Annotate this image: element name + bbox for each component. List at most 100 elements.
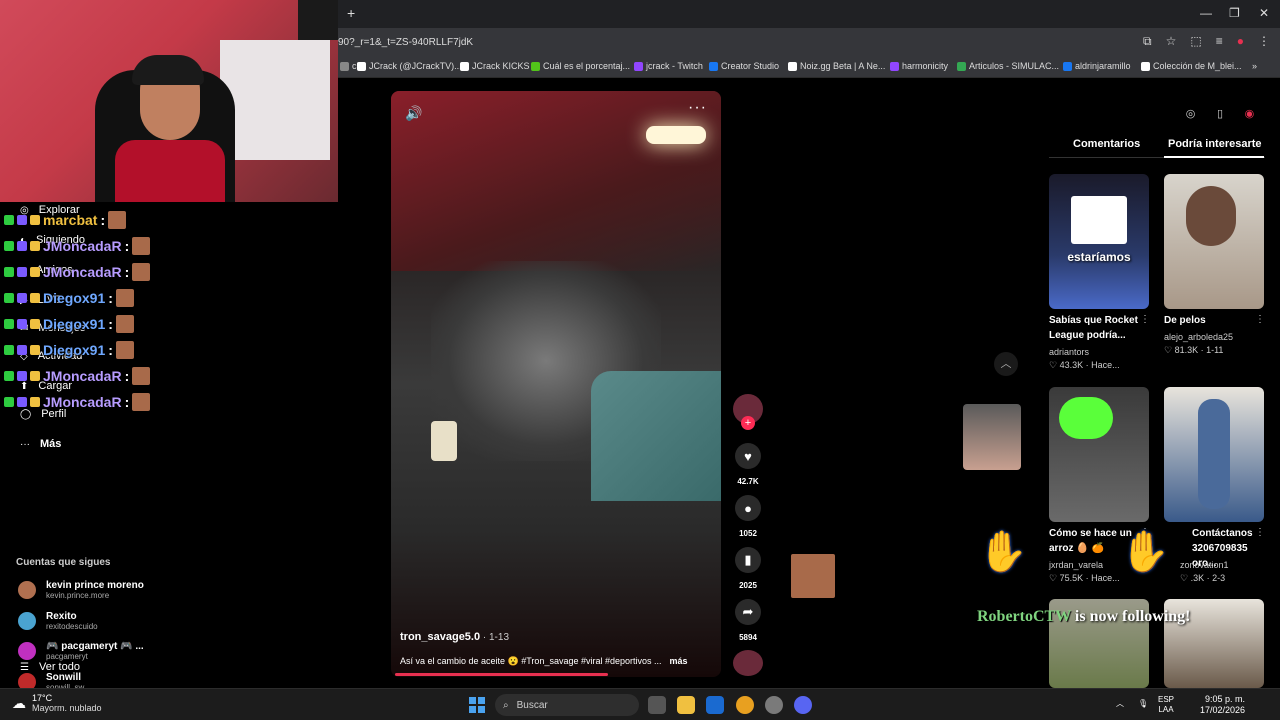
cloud-icon: ☁: [12, 694, 26, 711]
caption-more-link[interactable]: más: [670, 656, 688, 666]
chat-emote-icon: [115, 315, 134, 333]
chat-badge-icon: [30, 293, 40, 303]
address-bar-icons: ⧉ ☆ ⬚ ≡ ● ⋮: [1143, 34, 1270, 49]
music-disc-avatar[interactable]: [733, 650, 763, 676]
tab-comments[interactable]: Comentarios: [1073, 138, 1140, 150]
chat-emote-icon: [108, 211, 127, 229]
system-clock[interactable]: 9:05 p. m. 17/02/2026: [1200, 694, 1245, 716]
video-caption: Así va el cambio de aceite 😮 #Tron_savag…: [400, 656, 688, 667]
file-explorer-icon[interactable]: [677, 696, 695, 714]
chat-badge-icon: [30, 215, 40, 225]
tray-chevron-icon[interactable]: ︿: [1116, 699, 1124, 709]
chat-username: JMoncadaR: [43, 238, 122, 254]
chrome-icon[interactable]: [736, 696, 754, 714]
bookmark-item[interactable]: jcrack - Twitch: [634, 61, 703, 71]
card-author[interactable]: alejo_arboleda25: [1164, 332, 1233, 342]
webcam-shirt: [115, 140, 225, 202]
language-indicator[interactable]: ESP LAA: [1158, 695, 1174, 715]
card-author[interactable]: zonovation1: [1180, 560, 1229, 570]
bookmarks-overflow-icon[interactable]: »: [1252, 61, 1257, 71]
bookmark-item[interactable]: JCrack KICKS: [460, 61, 530, 71]
maximize-icon[interactable]: ❐: [1229, 6, 1240, 20]
bookmark-item[interactable]: Colección de M_blei...: [1141, 61, 1242, 71]
card-thumbnail[interactable]: [1049, 387, 1149, 522]
bookmark-item[interactable]: aldrinjaramillo: [1063, 61, 1131, 71]
like-button[interactable]: ♥ 42.7K: [733, 443, 763, 486]
chat-badge-icon: [4, 293, 14, 303]
sidebar-item[interactable]: ··· Más: [20, 438, 61, 450]
mail-icon[interactable]: [706, 696, 724, 714]
waving-hand-icon: ✋: [978, 530, 1028, 574]
account-name: kevin prince moreno: [46, 580, 144, 591]
url-field[interactable]: 90?_r=1&_t=ZS-940RLLF7jdK: [338, 37, 473, 48]
chat-separator: :: [124, 264, 130, 280]
followed-account[interactable]: Rexito rexitodescuido: [18, 611, 98, 631]
followed-account[interactable]: 🎮 pacgameryt 🎮 ... pacgameryt: [18, 641, 144, 661]
bookmark-star-icon[interactable]: ☆: [1166, 34, 1177, 49]
previous-video-button[interactable]: ︿: [994, 352, 1018, 376]
save-button[interactable]: ▮ 2025: [733, 547, 763, 590]
card-title[interactable]: Sabías que Rocket League podría...: [1049, 313, 1149, 343]
video-author[interactable]: tron_savage5.0 · 1-13: [400, 631, 509, 643]
compass-icon[interactable]: ◎: [1186, 107, 1196, 120]
close-icon[interactable]: ✕: [1259, 6, 1269, 20]
card-more-icon[interactable]: ⋮: [1140, 314, 1150, 325]
card-stats: ♡ 75.5K · Hace...: [1049, 573, 1120, 583]
weather-widget[interactable]: ☁ 17°C Mayorm. nublado: [12, 693, 102, 713]
video-player[interactable]: 🔊 ··· tron_savage5.0 · 1-13 Así va el ca…: [391, 91, 721, 677]
comment-button[interactable]: ● 1052: [733, 495, 763, 538]
see-all-link[interactable]: ☰ Ver todo: [20, 661, 80, 673]
bookmark-icon: ▮: [735, 547, 761, 573]
card-thumbnail[interactable]: [1164, 174, 1264, 309]
follow-plus-icon[interactable]: +: [741, 416, 755, 430]
card-title[interactable]: De pelos: [1164, 313, 1264, 328]
card-author[interactable]: jxrdan_varela: [1049, 560, 1103, 570]
bookmark-item[interactable]: Cuál es el porcentaj...: [531, 61, 630, 71]
bookmark-item[interactable]: Noiz.gg Beta | A Ne...: [788, 61, 885, 71]
share-button[interactable]: ➦ 5894: [733, 599, 763, 642]
microphone-icon[interactable]: 🎙: [1138, 699, 1148, 709]
card-thumbnail[interactable]: estaríamos: [1049, 174, 1149, 309]
tab-recommended[interactable]: Podría interesarte: [1168, 138, 1262, 150]
card-more-icon[interactable]: ⋮: [1255, 527, 1265, 538]
caption-text: Así va el cambio de aceite 😮 #Tron_savag…: [400, 656, 662, 666]
avatar-icon[interactable]: ◉: [1245, 107, 1255, 120]
bookmark-favicon-icon: [890, 61, 899, 71]
avatar: [18, 581, 36, 599]
start-button[interactable]: [469, 697, 485, 713]
menu-icon[interactable]: ⋮: [1258, 34, 1270, 49]
followed-account[interactable]: kevin prince moreno kevin.prince.more: [18, 580, 144, 600]
video-progress-bar[interactable]: [395, 673, 608, 676]
discord-icon[interactable]: [794, 696, 812, 714]
task-view-icon[interactable]: [648, 696, 666, 714]
bookmark-label: jcrack - Twitch: [646, 61, 703, 71]
chat-separator: :: [100, 212, 106, 228]
like-count: 42.7K: [737, 477, 759, 486]
volume-icon[interactable]: 🔊: [405, 105, 422, 122]
share-count: 5894: [739, 633, 757, 642]
new-tab-button[interactable]: +: [347, 5, 355, 21]
card-author[interactable]: adriantors: [1049, 347, 1089, 357]
bookmark-item[interactable]: Articulos - SIMULAC...: [957, 61, 1059, 71]
profile-icon[interactable]: ●: [1237, 34, 1244, 49]
taskbar-search[interactable]: ⌕ Buscar: [495, 694, 639, 716]
bookmark-favicon-icon: [357, 61, 366, 71]
bookmark-label: Cuál es el porcentaj...: [543, 61, 631, 71]
app-icon[interactable]: [765, 696, 783, 714]
minimize-icon[interactable]: —: [1200, 6, 1212, 20]
chat-message: Diegox91 :: [4, 314, 134, 334]
bookmark-item[interactable]: Creator Studio: [709, 61, 779, 71]
extensions-icon[interactable]: ⬚: [1190, 34, 1201, 49]
following-section-title: Cuentas que sigues: [16, 557, 111, 568]
more-options-icon[interactable]: ···: [688, 99, 707, 117]
card-more-icon[interactable]: ⋮: [1255, 314, 1265, 325]
bookmark-item[interactable]: harmonicity: [890, 61, 948, 71]
card-thumbnail[interactable]: [1164, 387, 1264, 522]
media-icon[interactable]: ≡: [1216, 34, 1223, 49]
chat-username: Diegox91: [43, 316, 106, 332]
cast-icon[interactable]: ⧉: [1143, 34, 1152, 49]
chat-emote-icon: [132, 237, 151, 255]
bookmark-item[interactable]: JCrack (@JCrackTV)...: [357, 61, 462, 71]
chat-badge-icon: [30, 319, 40, 329]
device-icon[interactable]: ▯: [1217, 107, 1223, 120]
